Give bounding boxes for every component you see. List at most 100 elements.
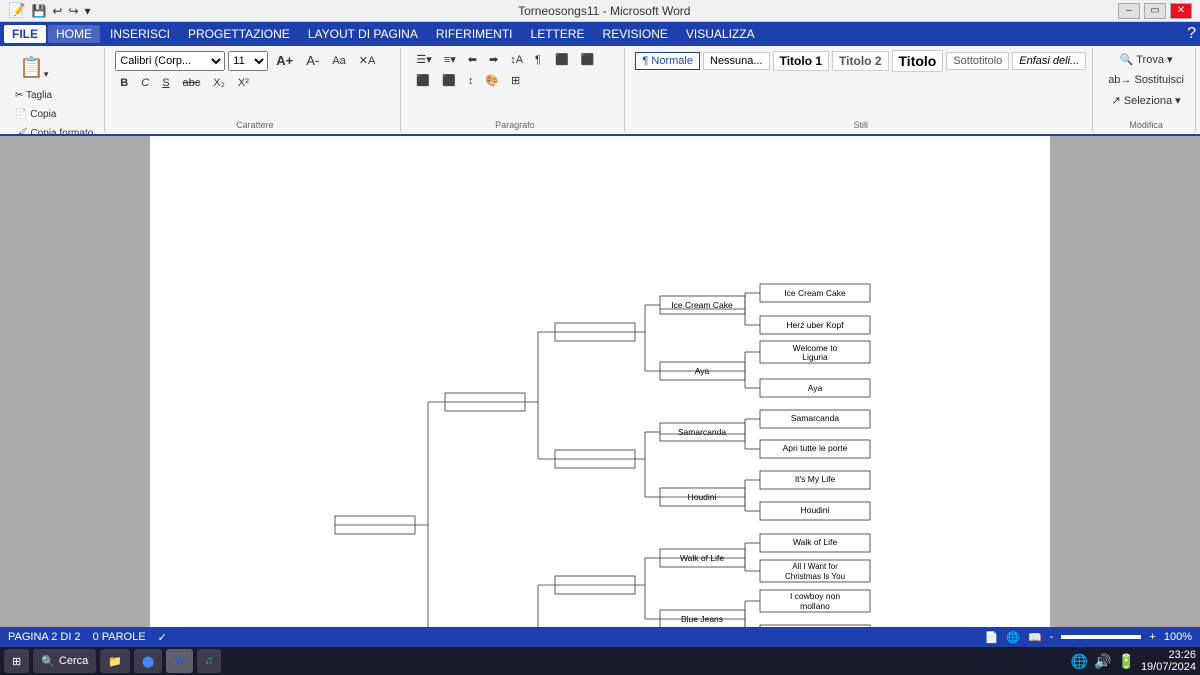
zoom-out-button[interactable]: -: [1050, 631, 1054, 643]
view-web-icon[interactable]: 🌐: [1006, 631, 1020, 644]
spotify-app[interactable]: ♫: [197, 649, 221, 673]
paragrafo-label: Paragrafo: [495, 120, 535, 130]
status-bar: PAGINA 2 DI 2 0 PAROLE ✓ 📄 🌐 📖 - + 100%: [0, 627, 1200, 647]
modifica-label: Modifica: [1129, 120, 1163, 130]
title-bar-left: 📝 💾 ↩ ↪ ▾: [8, 2, 91, 19]
search-button[interactable]: 🔍 Cerca: [33, 649, 96, 673]
subscript-button[interactable]: X₂: [208, 74, 230, 92]
r1-7-label: It's My Life: [795, 474, 836, 484]
align-left-button[interactable]: ⬛: [550, 50, 574, 69]
quick-save[interactable]: 💾: [31, 4, 46, 18]
menu-home[interactable]: HOME: [48, 25, 100, 43]
font-family-select[interactable]: Calibri (Corp...: [115, 51, 225, 71]
line-spacing-button[interactable]: ↕: [463, 71, 479, 90]
window-controls[interactable]: – ▭ ✕: [1118, 3, 1192, 19]
indent-button[interactable]: ➡: [484, 50, 503, 69]
replace-button[interactable]: ab→ Sostituisci: [1103, 71, 1189, 89]
sound-icon[interactable]: 🔊: [1094, 653, 1111, 670]
style-enfasi[interactable]: Enfasi deli...: [1012, 52, 1086, 70]
carattere-label: Carattere: [236, 120, 274, 130]
menu-bar: FILE HOME INSERISCI PROGETTAZIONE LAYOUT…: [0, 22, 1200, 46]
menu-visualizza[interactable]: VISUALIZZA: [678, 25, 763, 43]
justify-button[interactable]: ⬛: [437, 71, 461, 90]
italic-button[interactable]: C: [136, 74, 154, 92]
stili-label: Stili: [854, 120, 869, 130]
paste-button[interactable]: 📋▾: [10, 50, 57, 85]
search-icon: 🔍: [41, 655, 55, 668]
explorer-app[interactable]: 📁: [100, 649, 130, 673]
view-read-icon[interactable]: 📖: [1028, 631, 1042, 644]
start-button[interactable]: ⊞: [4, 649, 29, 673]
superscript-button[interactable]: X²: [233, 74, 254, 92]
style-titolo1[interactable]: Titolo 1: [773, 51, 829, 71]
font-shrink-button[interactable]: A-: [301, 50, 324, 71]
bracket-svg: Ice Cream Cake Herz uber Kopf Welcome to…: [170, 156, 990, 627]
align-center-button[interactable]: ⬛: [576, 50, 600, 69]
style-normale[interactable]: ¶ Normale: [635, 52, 700, 70]
menu-inserisci[interactable]: INSERISCI: [102, 25, 178, 43]
word-app-icon: W: [174, 655, 184, 667]
r2-3-label: Samarcanda: [678, 427, 726, 437]
borders-button[interactable]: ⊞: [506, 71, 525, 90]
r1-8-label: Houdini: [801, 505, 830, 515]
view-print-icon[interactable]: 📄: [985, 631, 999, 644]
svg-text:Christmas Is You: Christmas Is You: [785, 572, 845, 581]
restore-button[interactable]: ▭: [1144, 3, 1166, 19]
menu-file[interactable]: FILE: [4, 25, 46, 43]
r1-1-label: Ice Cream Cake: [784, 288, 846, 298]
outdent-button[interactable]: ⬅: [463, 50, 482, 69]
menu-revisione[interactable]: REVISIONE: [595, 25, 676, 43]
style-titolo[interactable]: Titolo: [892, 50, 944, 72]
show-marks-button[interactable]: ¶: [530, 50, 546, 69]
close-button[interactable]: ✕: [1170, 3, 1192, 19]
svg-text:mollano: mollano: [800, 601, 830, 611]
zoom-slider[interactable]: [1061, 635, 1141, 639]
r1-4-label: Aya: [808, 383, 823, 393]
underline-button[interactable]: S: [157, 74, 174, 92]
zoom-level: 100%: [1164, 631, 1192, 643]
r1-6-label: Apri tutte le porte: [783, 443, 848, 453]
word-count: 0 PAROLE: [93, 631, 146, 643]
zoom-in-button[interactable]: +: [1149, 631, 1155, 643]
ribbon-group-paragrafo: ☰▾ ≡▾ ⬅ ➡ ↕A ¶ ⬛ ⬛ ⬛ ⬛ ↕ 🎨 ⊞ Paragrafo: [405, 48, 625, 132]
select-button[interactable]: ↗ Seleziona ▾: [1103, 91, 1189, 110]
document-area: Ice Cream Cake Herz uber Kopf Welcome to…: [0, 136, 1200, 627]
quick-redo[interactable]: ↪: [68, 4, 78, 18]
title-text: Torneosongs11 - Microsoft Word: [91, 4, 1118, 18]
spotify-icon: ♫: [205, 655, 213, 667]
windows-icon: ⊞: [12, 655, 21, 668]
style-nessuna[interactable]: Nessuna...: [703, 52, 770, 70]
numbering-button[interactable]: ≡▾: [439, 50, 461, 69]
minimize-button[interactable]: –: [1118, 3, 1140, 19]
align-right-button[interactable]: ⬛: [411, 71, 435, 90]
sort-button[interactable]: ↕A: [505, 50, 528, 69]
network-icon[interactable]: 🌐: [1071, 653, 1088, 670]
help-icon[interactable]: ?: [1187, 25, 1196, 43]
explorer-icon: 📁: [108, 655, 122, 668]
copy-button[interactable]: 📄 Copia: [10, 106, 61, 123]
battery-icon[interactable]: 🔋: [1118, 653, 1135, 670]
proofing-icon[interactable]: ✓: [158, 631, 167, 644]
bullets-button[interactable]: ☰▾: [411, 50, 436, 69]
menu-lettere[interactable]: LETTERE: [523, 25, 593, 43]
bold-button[interactable]: B: [115, 74, 133, 92]
cut-button[interactable]: ✂ Taglia: [10, 87, 57, 104]
word-app[interactable]: W: [166, 649, 192, 673]
menu-riferimenti[interactable]: RIFERIMENTI: [428, 25, 521, 43]
font-grow-button[interactable]: A+: [271, 50, 298, 71]
clear-format-button[interactable]: ✕A: [354, 51, 381, 70]
strikethrough-button[interactable]: abc: [178, 74, 206, 92]
style-titolo2[interactable]: Titolo 2: [832, 51, 888, 71]
quick-undo[interactable]: ↩: [52, 4, 62, 18]
menu-layout[interactable]: LAYOUT DI PAGINA: [300, 25, 426, 43]
taskbar: ⊞ 🔍 Cerca 📁 ⬤ W ♫ 🌐 🔊 🔋 23:26 19/07/2024: [0, 647, 1200, 675]
chrome-app[interactable]: ⬤: [134, 649, 162, 673]
shading-button[interactable]: 🎨: [480, 71, 504, 90]
style-sottotitolo[interactable]: Sottotitolo: [946, 52, 1009, 70]
format-painter-button[interactable]: 🖌 Copia formato: [10, 125, 98, 136]
change-case-button[interactable]: Aa: [327, 52, 350, 70]
ribbon-group-carattere: Calibri (Corp... 11 A+ A- Aa ✕A B C S ab…: [109, 48, 401, 132]
menu-progettazione[interactable]: PROGETTAZIONE: [180, 25, 298, 43]
font-size-select[interactable]: 11: [228, 51, 268, 71]
find-button[interactable]: 🔍 Trova ▾: [1103, 50, 1189, 69]
